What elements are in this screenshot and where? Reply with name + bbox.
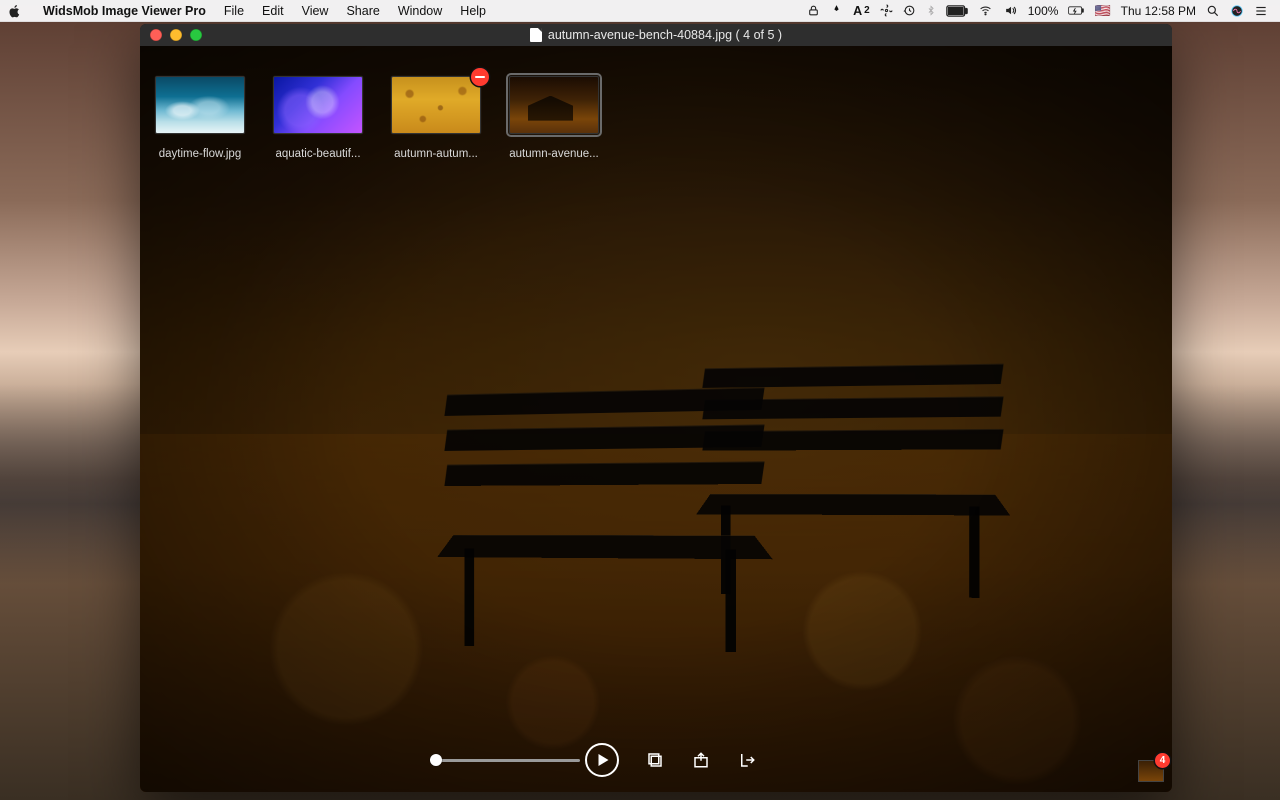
timemachine-icon[interactable] (903, 4, 916, 17)
thumbnail-image[interactable] (155, 76, 245, 134)
thumbnail-label: aquatic-beautif... (272, 148, 364, 160)
spotlight-icon[interactable] (1206, 4, 1220, 18)
thumbnail-label: daytime-flow.jpg (154, 148, 246, 160)
thumbnail-item[interactable]: aquatic-beautif... (272, 76, 364, 160)
thumbnail-label: autumn-avenue... (508, 148, 600, 160)
window-title: autumn-avenue-bench-40884.jpg ( 4 of 5 ) (548, 28, 782, 42)
fan-icon[interactable] (880, 4, 893, 17)
export-button[interactable] (737, 750, 757, 770)
notification-center-icon[interactable] (1254, 4, 1268, 18)
battery-percent: 100% (1028, 4, 1059, 18)
thumbnail-item[interactable]: daytime-flow.jpg (154, 76, 246, 160)
volume-icon[interactable] (1003, 4, 1018, 17)
menu-share[interactable]: Share (337, 4, 388, 18)
menu-window[interactable]: Window (389, 4, 451, 18)
thumbnail-image[interactable] (509, 76, 599, 134)
bluetooth-icon[interactable] (926, 4, 936, 17)
battery-icon[interactable] (946, 5, 968, 17)
menu-file[interactable]: File (215, 4, 253, 18)
menubar-datetime[interactable]: Thu 12:58 PM (1121, 4, 1196, 18)
thumbnail-image[interactable] (273, 76, 363, 134)
app-name[interactable]: WidsMob Image Viewer Pro (34, 4, 215, 18)
thumbnail-strip: daytime-flow.jpg aquatic-beautif... autu… (154, 76, 600, 160)
window-minimize-button[interactable] (170, 29, 182, 41)
wifi-icon[interactable] (978, 4, 993, 17)
window-titlebar[interactable]: autumn-avenue-bench-40884.jpg ( 4 of 5 ) (140, 24, 1172, 46)
window-zoom-button[interactable] (190, 29, 202, 41)
thumbnail-item[interactable]: autumn-autum... (390, 76, 482, 160)
adobe-status[interactable]: A2 (853, 4, 870, 18)
bottom-toolbar (140, 740, 1172, 780)
menu-help[interactable]: Help (451, 4, 495, 18)
share-button[interactable] (691, 750, 711, 770)
viewer-area[interactable]: daytime-flow.jpg aquatic-beautif... autu… (140, 46, 1172, 792)
thumbnail-item[interactable]: autumn-avenue... (508, 76, 600, 160)
tray-count-badge: 4 (1155, 753, 1170, 768)
window-close-button[interactable] (150, 29, 162, 41)
zoom-slider[interactable] (430, 750, 580, 770)
apple-menu-icon[interactable] (8, 4, 22, 18)
brush-icon[interactable] (830, 4, 843, 17)
remove-badge-icon[interactable] (471, 68, 489, 86)
input-source-flag[interactable]: 🇺🇸 (1094, 3, 1110, 19)
play-slideshow-button[interactable] (585, 743, 619, 777)
menu-view[interactable]: View (293, 4, 338, 18)
siri-icon[interactable] (1230, 4, 1244, 18)
thumbnail-image[interactable] (391, 76, 481, 134)
document-icon (530, 28, 542, 42)
app-window: autumn-avenue-bench-40884.jpg ( 4 of 5 ) (140, 24, 1172, 792)
battery-charging-icon (1068, 5, 1084, 16)
adobe-label: A (853, 4, 862, 18)
macos-menubar: WidsMob Image Viewer Pro File Edit View … (0, 0, 1280, 22)
tray-thumbnail[interactable]: 4 (1138, 760, 1164, 782)
thumbnail-label: autumn-autum... (390, 148, 482, 160)
menu-edit[interactable]: Edit (253, 4, 293, 18)
zoom-slider-thumb[interactable] (430, 754, 442, 766)
fit-to-screen-button[interactable] (645, 750, 665, 770)
adobe-count: 2 (864, 5, 870, 16)
lock-icon[interactable] (807, 4, 820, 17)
